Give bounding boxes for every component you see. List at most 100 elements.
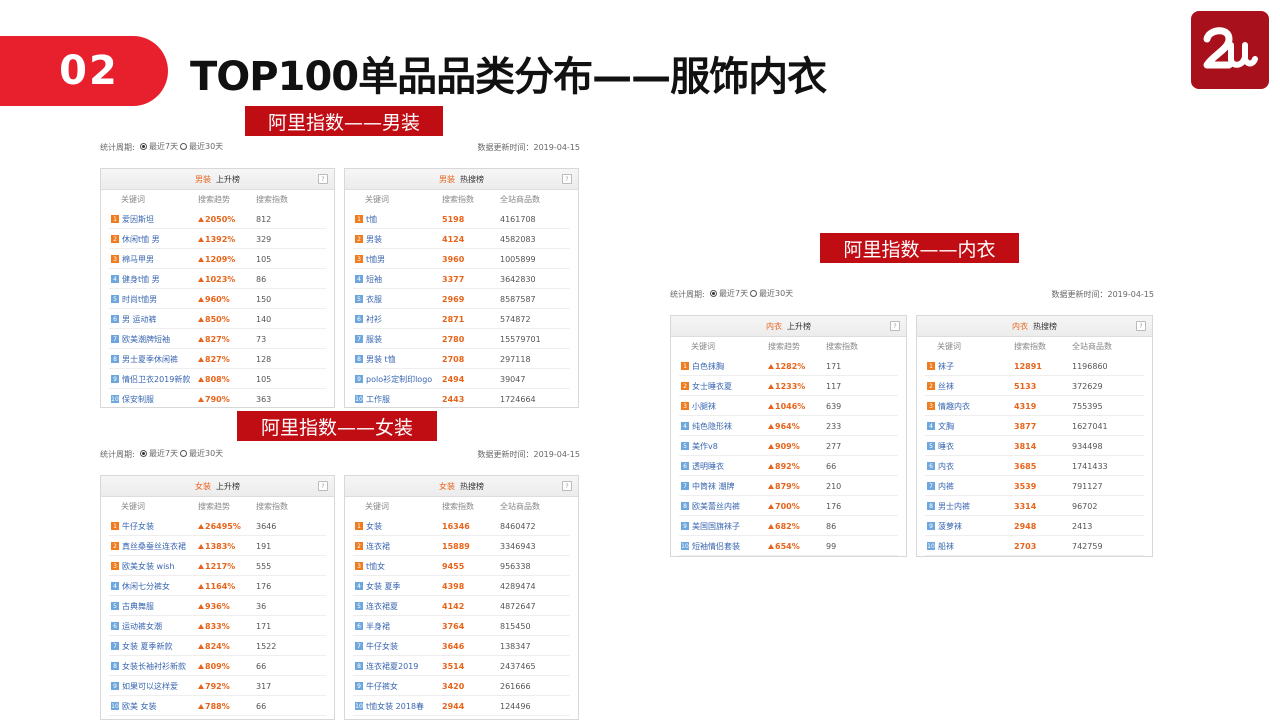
keyword-link[interactable]: 中筒袜 潮牌 xyxy=(692,481,735,492)
table-row[interactable]: 9 菠萝袜 2948 2413 xyxy=(917,516,1152,536)
keyword-link[interactable]: 小腿袜 xyxy=(692,401,716,412)
table-row[interactable]: 10 t恤女装 2018春 2944 124496 xyxy=(345,696,578,716)
table-row[interactable]: 4 纯色隐形袜 964% 233 xyxy=(671,416,906,436)
table-row[interactable]: 5 古典舞服 936% 36 xyxy=(101,596,334,616)
radio-30days[interactable]: 最近30天 xyxy=(180,141,223,152)
keyword-link[interactable]: 丝袜 xyxy=(938,381,954,392)
keyword-link[interactable]: 运动裤女潮 xyxy=(122,621,162,632)
keyword-link[interactable]: 古典舞服 xyxy=(122,601,154,612)
help-icon[interactable]: ? xyxy=(562,481,572,491)
table-row[interactable]: 3 情趣内衣 4319 755395 xyxy=(917,396,1152,416)
table-row[interactable]: 6 透明睡衣 892% 66 xyxy=(671,456,906,476)
keyword-link[interactable]: 连衣裙夏 xyxy=(366,601,398,612)
table-row[interactable]: 7 女装 夏季新款 824% 1522 xyxy=(101,636,334,656)
keyword-link[interactable]: 时尚t恤男 xyxy=(122,294,157,305)
table-row[interactable]: 7 欧美潮牌短袖 827% 73 xyxy=(101,329,334,349)
keyword-link[interactable]: 衬衫 xyxy=(366,314,382,325)
table-row[interactable]: 9 牛仔裤女 3420 261666 xyxy=(345,676,578,696)
table-row[interactable]: 5 连衣裙夏 4142 4872647 xyxy=(345,596,578,616)
keyword-link[interactable]: 休闲七分裤女 xyxy=(122,581,170,592)
table-row[interactable]: 1 牛仔女装 26495% 3646 xyxy=(101,516,334,536)
table-row[interactable]: 4 文胸 3877 1627041 xyxy=(917,416,1152,436)
keyword-link[interactable]: 菠萝袜 xyxy=(938,521,962,532)
help-icon[interactable]: ? xyxy=(318,481,328,491)
keyword-link[interactable]: 美作v8 xyxy=(692,441,718,452)
keyword-link[interactable]: 真丝桑蚕丝连衣裙 xyxy=(122,541,186,552)
table-row[interactable]: 9 情侣卫衣2019新款 808% 105 xyxy=(101,369,334,389)
keyword-link[interactable]: 健身t恤 男 xyxy=(122,274,160,285)
table-row[interactable]: 8 男装 t恤 2708 297118 xyxy=(345,349,578,369)
help-icon[interactable]: ? xyxy=(318,174,328,184)
keyword-link[interactable]: 情侣卫衣2019新款 xyxy=(122,374,190,385)
help-icon[interactable]: ? xyxy=(1136,321,1146,331)
keyword-link[interactable]: 男装 xyxy=(366,234,382,245)
keyword-link[interactable]: t恤 xyxy=(366,214,377,225)
table-row[interactable]: 6男 运动裤 850% 140 xyxy=(101,309,334,329)
keyword-link[interactable]: 女装 xyxy=(366,521,382,532)
table-row[interactable]: 5 睡衣 3814 934498 xyxy=(917,436,1152,456)
table-row[interactable]: 3 小腿袜 1046% 639 xyxy=(671,396,906,416)
table-row[interactable]: 2 女士睡衣夏 1233% 117 xyxy=(671,376,906,396)
table-row[interactable]: 6 半身裙 3764 815450 xyxy=(345,616,578,636)
table-row[interactable]: 1 t恤 5198 4161708 xyxy=(345,209,578,229)
table-row[interactable]: 1 袜子 12891 1196860 xyxy=(917,356,1152,376)
keyword-link[interactable]: 欧美蕾丝内裤 xyxy=(692,501,740,512)
table-row[interactable]: 3 棉马甲男 1209% 105 xyxy=(101,249,334,269)
table-row[interactable]: 8 连衣裙夏2019 3514 2437465 xyxy=(345,656,578,676)
table-row[interactable]: 10 工作服 2443 1724664 xyxy=(345,389,578,407)
keyword-link[interactable]: 工作服 xyxy=(366,394,390,405)
table-row[interactable]: 10 船袜 2703 742759 xyxy=(917,536,1152,556)
keyword-link[interactable]: 连衣裙 xyxy=(366,541,390,552)
table-row[interactable]: 2 休闲t恤 男 1392% 329 xyxy=(101,229,334,249)
table-row[interactable]: 7 中筒袜 潮牌 879% 210 xyxy=(671,476,906,496)
table-row[interactable]: 3 欧美女装 wish 1217% 555 xyxy=(101,556,334,576)
keyword-link[interactable]: 美国国旗袜子 xyxy=(692,521,740,532)
table-row[interactable]: 8 女装长袖衬衫新款 809% 66 xyxy=(101,656,334,676)
keyword-link[interactable]: 男装 t恤 xyxy=(366,354,396,365)
table-row[interactable]: 3 t恤女 9455 956338 xyxy=(345,556,578,576)
keyword-link[interactable]: 棉马甲男 xyxy=(122,254,154,265)
table-row[interactable]: 5 时尚t恤男 960% 150 xyxy=(101,289,334,309)
radio-7days[interactable]: 最近7天 xyxy=(140,141,178,152)
keyword-link[interactable]: 透明睡衣 xyxy=(692,461,724,472)
table-row[interactable]: 4 休闲七分裤女 1164% 176 xyxy=(101,576,334,596)
keyword-link[interactable]: 欧美 女装 xyxy=(122,701,157,712)
keyword-link[interactable]: 短袖 xyxy=(366,274,382,285)
radio-7days[interactable]: 最近7天 xyxy=(710,288,748,299)
keyword-link[interactable]: 男 运动裤 xyxy=(122,314,157,325)
keyword-link[interactable]: 服装 xyxy=(366,334,382,345)
table-row[interactable]: 4 女装 夏季 4398 4289474 xyxy=(345,576,578,596)
table-row[interactable]: 10 短袖情侣套装 654% 99 xyxy=(671,536,906,556)
help-icon[interactable]: ? xyxy=(562,174,572,184)
keyword-link[interactable]: 衣服 xyxy=(366,294,382,305)
keyword-link[interactable]: 短袖情侣套装 xyxy=(692,541,740,552)
keyword-link[interactable]: 保安制服 xyxy=(122,394,154,405)
keyword-link[interactable]: 半身裙 xyxy=(366,621,390,632)
table-row[interactable]: 6 衬衫 2871 574872 xyxy=(345,309,578,329)
keyword-link[interactable]: 连衣裙夏2019 xyxy=(366,661,418,672)
keyword-link[interactable]: 男士内裤 xyxy=(938,501,970,512)
table-row[interactable]: 6 运动裤女潮 833% 171 xyxy=(101,616,334,636)
keyword-link[interactable]: 白色抹胸 xyxy=(692,361,724,372)
table-row[interactable]: 9 美国国旗袜子 682% 86 xyxy=(671,516,906,536)
table-row[interactable]: 9 如果可以这样爱 792% 317 xyxy=(101,676,334,696)
table-row[interactable]: 3 t恤男 3960 1005899 xyxy=(345,249,578,269)
keyword-link[interactable]: 内衣 xyxy=(938,461,954,472)
keyword-link[interactable]: 船袜 xyxy=(938,541,954,552)
keyword-link[interactable]: 女装 夏季新款 xyxy=(122,641,173,652)
keyword-link[interactable]: t恤女装 2018春 xyxy=(366,701,424,712)
keyword-link[interactable]: 内裤 xyxy=(938,481,954,492)
keyword-link[interactable]: 如果可以这样爱 xyxy=(122,681,178,692)
table-row[interactable]: 6 内衣 3685 1741433 xyxy=(917,456,1152,476)
table-row[interactable]: 7 内裤 3539 791127 xyxy=(917,476,1152,496)
keyword-link[interactable]: 袜子 xyxy=(938,361,954,372)
table-row[interactable]: 1 女装 16346 8460472 xyxy=(345,516,578,536)
table-row[interactable]: 2 丝袜 5133 372629 xyxy=(917,376,1152,396)
keyword-link[interactable]: 纯色隐形袜 xyxy=(692,421,732,432)
keyword-link[interactable]: 男士夏季休闲裤 xyxy=(122,354,178,365)
table-row[interactable]: 4 健身t恤 男 1023% 86 xyxy=(101,269,334,289)
table-row[interactable]: 7 服装 2780 15579701 xyxy=(345,329,578,349)
table-row[interactable]: 9 polo衫定制印logo 2494 39047 xyxy=(345,369,578,389)
table-row[interactable]: 10 欧美 女装 788% 66 xyxy=(101,696,334,716)
keyword-link[interactable]: t恤男 xyxy=(366,254,385,265)
